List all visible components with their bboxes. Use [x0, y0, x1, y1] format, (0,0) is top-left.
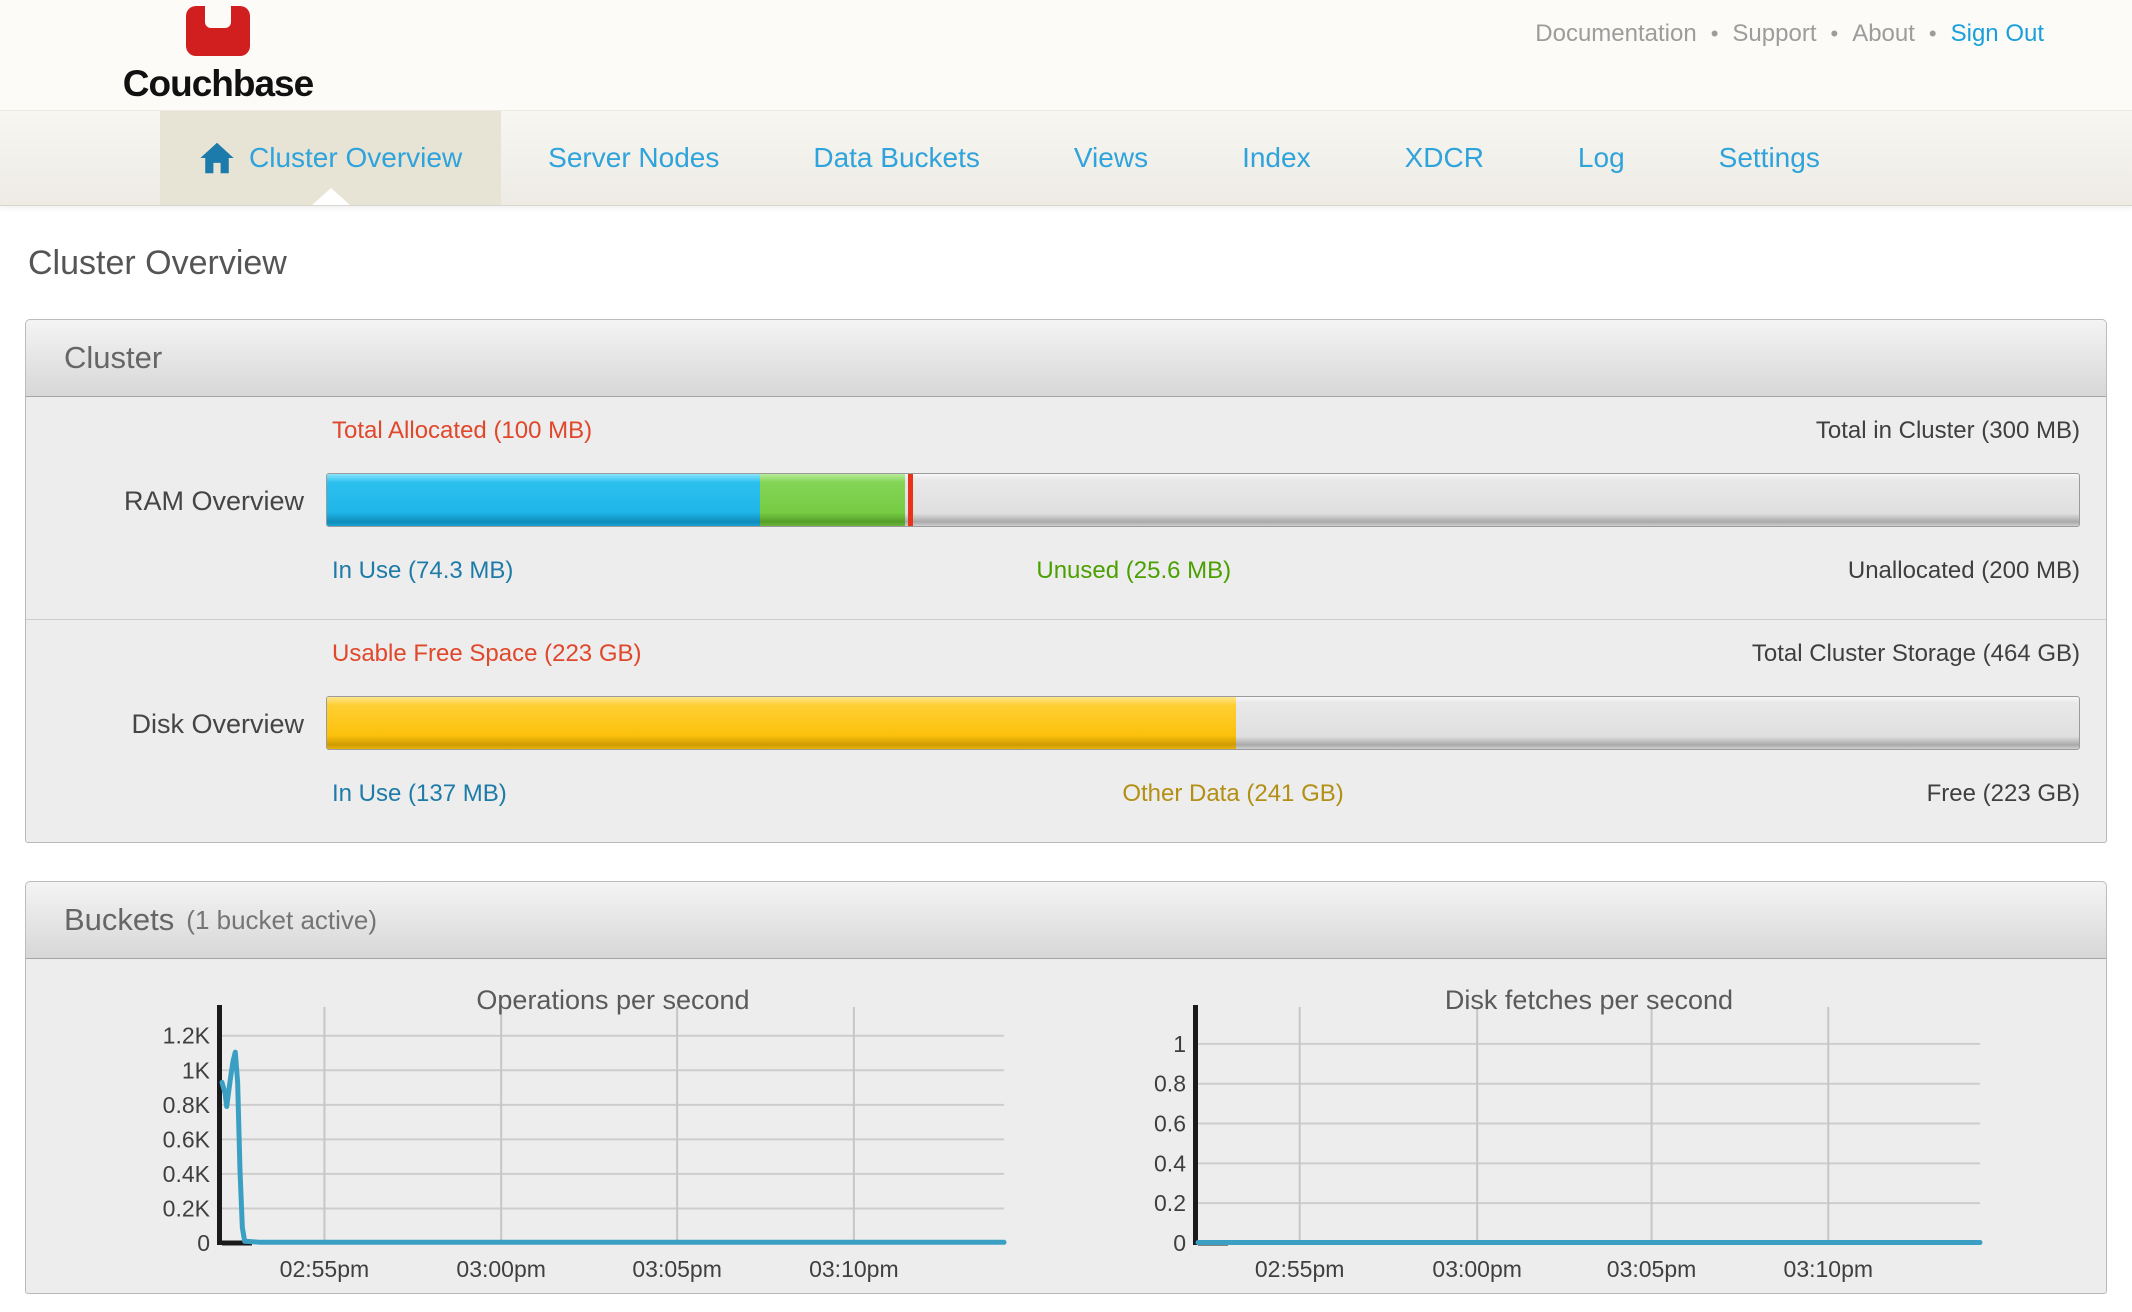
tab-label: Settings [1719, 142, 1820, 174]
cluster-panel: Cluster RAM Overview Total Allocated (10… [25, 319, 2107, 843]
svg-text:0.2K: 0.2K [163, 1195, 211, 1221]
main-nav: Cluster Overview Server Nodes Data Bucke… [0, 110, 2132, 206]
svg-text:03:00pm: 03:00pm [456, 1256, 546, 1282]
svg-text:03:00pm: 03:00pm [1432, 1256, 1522, 1282]
svg-text:0.4: 0.4 [1154, 1150, 1186, 1176]
tab-views[interactable]: Views [1027, 111, 1195, 205]
bar-segment-unused [760, 474, 905, 526]
svg-text:0.6K: 0.6K [163, 1126, 211, 1152]
ram-in-use: In Use (74.3 MB) [326, 557, 513, 585]
tab-data-buckets[interactable]: Data Buckets [766, 111, 1027, 205]
home-icon [199, 141, 235, 175]
tab-label: Log [1578, 142, 1625, 174]
svg-text:02:55pm: 02:55pm [280, 1256, 370, 1282]
bar-segment-in-use [327, 474, 760, 526]
disk-other-data: Other Data (241 GB) [1122, 780, 1343, 808]
support-link[interactable]: Support [1732, 20, 1816, 48]
tab-label: Views [1074, 142, 1148, 174]
tab-label: XDCR [1405, 142, 1484, 174]
buckets-panel: Buckets (1 bucket active) 1.2K 1K 0.8K 0.6K… [25, 881, 2107, 1294]
svg-text:03:05pm: 03:05pm [632, 1256, 722, 1282]
disk-overview-label: Disk Overview [26, 640, 326, 808]
buckets-panel-header: Buckets (1 bucket active) [25, 881, 2107, 959]
svg-text:0.8: 0.8 [1154, 1071, 1186, 1097]
svg-text:1K: 1K [182, 1057, 211, 1083]
svg-text:0: 0 [197, 1230, 210, 1256]
svg-text:1: 1 [1173, 1031, 1186, 1057]
operations-per-second-chart[interactable]: 1.2K 1K 0.8K 0.6K 0.4K 0.2K 0 02:55pm 03:00pm 03:… [150, 987, 1010, 1293]
svg-text:03:05pm: 03:05pm [1607, 1256, 1697, 1282]
tab-server-nodes[interactable]: Server Nodes [501, 111, 766, 205]
app-header: Couchbase Documentation • Support • Abou… [0, 0, 2132, 110]
buckets-panel-body: 1.2K 1K 0.8K 0.6K 0.4K 0.2K 0 02:55pm 03:00pm 03:… [25, 959, 2107, 1294]
ram-total-in-cluster: Total in Cluster (300 MB) [1816, 417, 2080, 445]
active-tab-notch [312, 188, 350, 205]
svg-text:1.2K: 1.2K [163, 1023, 211, 1049]
ram-total-allocated: Total Allocated (100 MB) [326, 417, 592, 445]
svg-text:0.2: 0.2 [1154, 1190, 1186, 1216]
tab-cluster-overview[interactable]: Cluster Overview [160, 111, 501, 205]
svg-text:0.4K: 0.4K [163, 1161, 211, 1187]
svg-text:0.6: 0.6 [1154, 1111, 1186, 1137]
disk-overview-row: Disk Overview Usable Free Space (223 GB)… [26, 619, 2106, 842]
allocated-marker [908, 474, 913, 526]
svg-text:03:10pm: 03:10pm [809, 1256, 899, 1282]
disk-free: Free (223 GB) [1927, 780, 2080, 808]
tab-label: Index [1242, 142, 1311, 174]
buckets-active-count: (1 bucket active) [186, 905, 377, 936]
disk-usable-free-space: Usable Free Space (223 GB) [326, 640, 641, 668]
page-title: Cluster Overview [28, 244, 2132, 283]
svg-text:0.8K: 0.8K [163, 1092, 211, 1118]
tab-xdcr[interactable]: XDCR [1358, 111, 1531, 205]
ram-overview-row: RAM Overview Total Allocated (100 MB) To… [26, 397, 2106, 619]
cluster-panel-header: Cluster [25, 319, 2107, 397]
couchbase-logo-icon [186, 6, 250, 61]
svg-text:Disk fetches per second: Disk fetches per second [1445, 987, 1733, 1015]
utility-links: Documentation • Support • About • Sign O… [1535, 20, 2044, 48]
ram-unallocated: Unallocated (200 MB) [1848, 557, 2080, 585]
link-separator: • [1830, 21, 1838, 47]
tab-label: Data Buckets [813, 142, 980, 174]
ram-usage-bar [326, 473, 2080, 527]
logo-wordmark: Couchbase [123, 63, 313, 105]
disk-fetches-per-second-chart[interactable]: 1 0.8 0.6 0.4 0.2 0 02:55pm 03:00pm 03:05pm 03:10… [1126, 987, 1986, 1293]
tab-log[interactable]: Log [1531, 111, 1672, 205]
ram-unused: Unused (25.6 MB) [1036, 557, 1231, 585]
cluster-panel-body: RAM Overview Total Allocated (100 MB) To… [25, 397, 2107, 843]
about-link[interactable]: About [1852, 20, 1915, 48]
sign-out-link[interactable]: Sign Out [1951, 20, 2044, 48]
disk-in-use: In Use (137 MB) [326, 780, 507, 808]
disk-usage-bar [326, 696, 2080, 750]
svg-text:Operations per second: Operations per second [476, 987, 749, 1015]
svg-text:0: 0 [1173, 1230, 1186, 1256]
tab-label: Server Nodes [548, 142, 719, 174]
svg-text:02:55pm: 02:55pm [1255, 1256, 1345, 1282]
cluster-panel-title: Cluster [64, 340, 162, 376]
link-separator: • [1929, 21, 1937, 47]
svg-text:03:10pm: 03:10pm [1784, 1256, 1874, 1282]
content: Cluster Overview Cluster RAM Overview To… [0, 206, 2132, 1294]
documentation-link[interactable]: Documentation [1535, 20, 1696, 48]
ram-overview-label: RAM Overview [26, 417, 326, 585]
tab-index[interactable]: Index [1195, 111, 1358, 205]
link-separator: • [1711, 21, 1719, 47]
buckets-panel-title: Buckets [64, 902, 174, 938]
disk-total-cluster-storage: Total Cluster Storage (464 GB) [1752, 640, 2080, 668]
tab-label: Cluster Overview [249, 142, 462, 174]
couchbase-logo: Couchbase [112, 6, 324, 105]
tab-settings[interactable]: Settings [1672, 111, 1867, 205]
bar-segment-other-data [327, 697, 1236, 749]
